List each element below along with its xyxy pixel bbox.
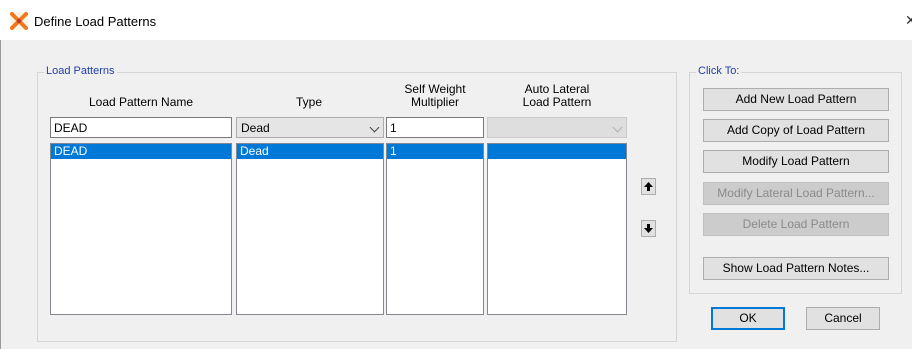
delete-load-pattern-button: Delete Load Pattern bbox=[703, 213, 889, 236]
load-pattern-name-list[interactable]: DEAD bbox=[50, 143, 232, 315]
list-item[interactable] bbox=[488, 144, 626, 159]
arrow-down-icon bbox=[644, 224, 653, 233]
chevron-down-icon bbox=[612, 122, 623, 133]
add-copy-load-pattern-button[interactable]: Add Copy of Load Pattern bbox=[703, 119, 889, 142]
add-new-load-pattern-button[interactable]: Add New Load Pattern bbox=[703, 88, 889, 111]
close-icon[interactable]: ✕ bbox=[905, 12, 912, 29]
type-select[interactable]: Dead bbox=[236, 117, 384, 138]
auto-lateral-select bbox=[487, 117, 627, 138]
self-weight-list[interactable]: 1 bbox=[386, 143, 484, 315]
move-up-button[interactable] bbox=[641, 178, 656, 195]
arrow-up-icon bbox=[644, 182, 653, 191]
cancel-button[interactable]: Cancel bbox=[806, 307, 880, 330]
load-pattern-name-input[interactable] bbox=[50, 117, 232, 138]
click-to-group-label: Click To: bbox=[696, 65, 742, 77]
col-header-self-weight: Self Weight Multiplier bbox=[386, 83, 484, 109]
col-header-name: Load Pattern Name bbox=[88, 95, 194, 109]
col-header-type: Type bbox=[295, 95, 322, 109]
type-list[interactable]: Dead bbox=[236, 143, 384, 315]
move-down-button[interactable] bbox=[641, 220, 656, 237]
list-item[interactable]: Dead bbox=[237, 144, 383, 159]
list-item[interactable]: DEAD bbox=[51, 144, 231, 159]
show-load-pattern-notes-button[interactable]: Show Load Pattern Notes... bbox=[703, 257, 889, 280]
col-header-auto-lateral: Auto Lateral Load Pattern bbox=[487, 83, 627, 109]
self-weight-multiplier-input[interactable] bbox=[386, 117, 484, 138]
col-header-auto-lateral-line2: Load Pattern bbox=[522, 95, 592, 109]
define-load-patterns-dialog: Define Load Patterns ✕ Load Patterns Loa… bbox=[0, 0, 912, 349]
title-bar: Define Load Patterns ✕ bbox=[0, 0, 912, 40]
sap-app-icon bbox=[10, 12, 28, 30]
window-title: Define Load Patterns bbox=[34, 14, 157, 29]
window-left-edge bbox=[0, 0, 1, 349]
ok-button[interactable]: OK bbox=[711, 307, 785, 330]
chevron-down-icon bbox=[369, 122, 380, 133]
modify-lateral-load-pattern-button: Modify Lateral Load Pattern... bbox=[703, 182, 889, 205]
list-item[interactable]: 1 bbox=[387, 144, 483, 159]
auto-lateral-list[interactable] bbox=[487, 143, 627, 315]
load-patterns-group-label: Load Patterns bbox=[44, 65, 117, 77]
modify-load-pattern-button[interactable]: Modify Load Pattern bbox=[703, 150, 889, 173]
col-header-self-weight-line2: Multiplier bbox=[410, 95, 459, 109]
type-select-value: Dead bbox=[241, 121, 270, 135]
